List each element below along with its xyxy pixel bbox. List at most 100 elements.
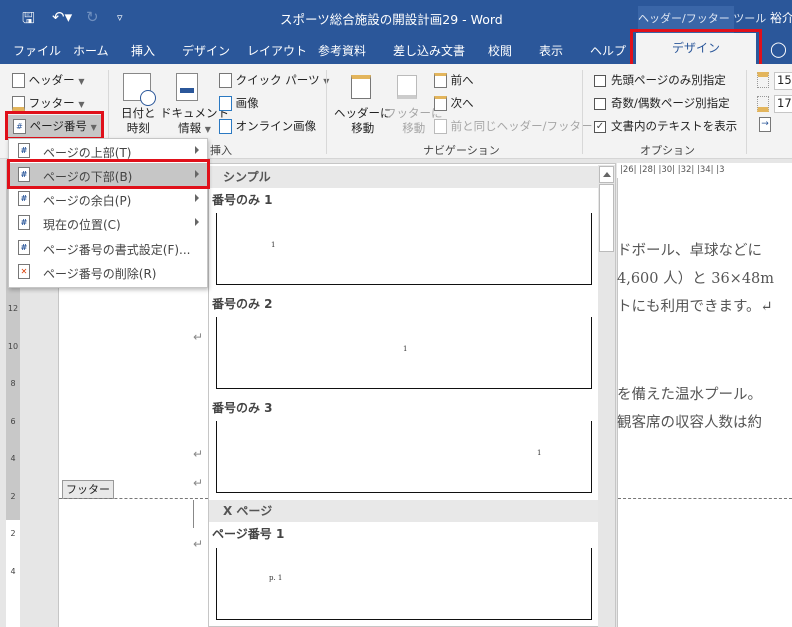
menu-item-label: ページ番号の削除(R) [43, 267, 157, 281]
footer-position-input[interactable]: 17 [774, 95, 792, 113]
menu-item-current-position[interactable]: # 現在の位置(C) [9, 211, 207, 235]
tab-home[interactable]: ホーム [73, 42, 109, 59]
preview-page-number: 1 [537, 449, 542, 457]
group-label-options: オプション [640, 144, 695, 157]
tab-mailings[interactable]: 差し込み文書 [393, 42, 465, 59]
footer-icon [12, 96, 25, 111]
preview-page-number: 1 [403, 345, 408, 353]
goto-footer-icon [397, 75, 417, 99]
highlight-box-bottom-of-page [7, 159, 210, 189]
previous-icon [434, 73, 447, 88]
gallery-item-page-number-1[interactable]: p. 1 [216, 548, 592, 620]
tab-insert[interactable]: 挿入 [131, 42, 155, 59]
window-title: スポーツ総合施設の開設計画29 - Word [280, 12, 503, 27]
redo-icon[interactable]: ↻ [86, 8, 99, 26]
previous-label: 前へ [450, 73, 474, 87]
footer-boundary-line [618, 498, 792, 499]
show-document-text-label: 文書内のテキストを表示 [611, 119, 738, 133]
tab-layout[interactable]: レイアウト [247, 42, 307, 59]
menu-item-label: ページ番号の書式設定(F)... [43, 243, 191, 257]
highlight-box-page-number [5, 111, 104, 140]
tab-review[interactable]: 校閲 [488, 42, 512, 59]
group-separator [582, 70, 583, 154]
online-picture-icon [219, 119, 232, 134]
tell-me-lightbulb-icon[interactable]: ◯ [770, 40, 787, 58]
ruler-tick-label: 8 [10, 379, 16, 388]
paragraph-mark: ↵ [193, 447, 204, 461]
menu-item-label: ページの余白(P) [43, 194, 132, 208]
ruler-tick-label: 4 [10, 566, 16, 576]
scroll-up-button[interactable] [599, 166, 614, 183]
goto-header-label-2: 移動 [351, 121, 375, 135]
submenu-arrow-icon [195, 218, 199, 226]
header-position-input[interactable]: 15 [774, 72, 792, 90]
header-icon [12, 73, 25, 88]
link-to-previous-label: 前と同じヘッダー/フッター [450, 119, 593, 133]
menu-item-format-page-numbers[interactable]: # ページ番号の書式設定(F)... [9, 236, 207, 260]
different-odd-even-label: 奇数/偶数ページ別指定 [611, 96, 730, 110]
different-odd-even-checkbox[interactable]: 奇数/偶数ページ別指定 [594, 95, 730, 111]
next-label: 次へ [450, 96, 474, 110]
tab-design[interactable]: デザイン [182, 42, 230, 59]
insert-alignment-tab-icon[interactable]: → [759, 117, 771, 132]
next-button[interactable]: 次へ [434, 95, 474, 111]
document-info-icon [176, 73, 198, 101]
show-document-text-checkbox[interactable]: ✓ 文書内のテキストを表示 [594, 118, 737, 134]
preview-page-number: p. 1 [269, 574, 283, 582]
goto-header-button[interactable]: ヘッダーに 移動 [334, 106, 392, 136]
goto-header-label-1: ヘッダーに [334, 106, 392, 120]
tab-help[interactable]: ヘルプ [590, 42, 626, 59]
format-page-numbers-icon: # [18, 240, 30, 255]
footer-tag: フッター [62, 480, 114, 499]
remove-page-numbers-icon: ✕ [18, 264, 30, 279]
picture-label: 画像 [235, 96, 259, 110]
gallery-item-plain-number-3[interactable]: 1 [216, 421, 592, 493]
footer-label: フッター [28, 96, 75, 110]
paragraph-mark: ↵ [193, 330, 204, 344]
footer-boundary-line [59, 498, 208, 499]
text-cursor [193, 500, 194, 528]
gallery-item-label: 番号のみ 3 [212, 401, 273, 415]
header-button[interactable]: ヘッダー ▼ [12, 72, 84, 88]
document-text-line: を備えた温水プール。 [617, 387, 762, 403]
picture-button[interactable]: 画像 [219, 95, 259, 111]
tab-file[interactable]: ファイル [13, 42, 61, 59]
vertical-ruler-labels: 12 10 8 6 4 2 2 4 [7, 290, 19, 590]
highlight-box-design-tab [630, 29, 762, 69]
footer-position-icon [757, 96, 769, 112]
tab-references[interactable]: 参考資料 [318, 42, 366, 59]
menu-item-remove-page-numbers[interactable]: ✕ ページ番号の削除(R) [9, 260, 207, 284]
ruler-tick-label: 10 [7, 341, 19, 351]
different-first-page-label: 先頭ページのみ別指定 [611, 73, 726, 87]
goto-header-icon [351, 75, 371, 99]
tab-view[interactable]: 表示 [539, 42, 563, 59]
gallery-item-label: ページ番号 1 [212, 527, 285, 541]
menu-item-page-margins[interactable]: # ページの余白(P) [9, 187, 207, 211]
scroll-thumb[interactable] [599, 184, 614, 252]
date-time-button[interactable]: 日付と 時刻 [121, 106, 156, 136]
submenu-arrow-icon [195, 146, 199, 154]
link-to-previous-button[interactable]: 前と同じヘッダー/フッター [434, 118, 593, 134]
page-bottom-gallery: シンプル 番号のみ 1 1 番号のみ 2 1 番号のみ 3 1 X ページ ペー… [208, 163, 616, 627]
footer-button[interactable]: フッター ▼ [12, 95, 84, 111]
document-text-line: 観客席の収容人数は約 [617, 415, 762, 431]
checkbox-box [594, 97, 606, 110]
gallery-item-plain-number-2[interactable]: 1 [216, 317, 592, 389]
group-label-navigation: ナビゲーション [423, 144, 500, 157]
document-text-line: ドボール、卓球などに [617, 243, 762, 259]
save-icon[interactable]: 🖫 [22, 8, 35, 33]
gallery-item-label: 番号のみ 2 [212, 297, 273, 311]
gallery-item-plain-number-1[interactable]: 1 [216, 213, 592, 285]
group-separator [326, 70, 327, 154]
undo-icon[interactable]: ↶▾ [52, 8, 72, 26]
gallery-scrollbar[interactable] [598, 165, 615, 627]
previous-button[interactable]: 前へ [434, 72, 474, 88]
quick-parts-button[interactable]: クイック パーツ ▼ [219, 72, 329, 88]
group-label-insert: 挿入 [210, 144, 232, 157]
gallery-item-label: 番号のみ 1 [212, 193, 273, 207]
paragraph-mark: ↵ [193, 537, 204, 551]
different-first-page-checkbox[interactable]: 先頭ページのみ別指定 [594, 72, 726, 88]
customize-quick-access-icon[interactable]: ▿ [117, 11, 123, 24]
online-picture-button[interactable]: オンライン画像 [219, 118, 316, 134]
user-name[interactable]: 裕介 [770, 9, 792, 26]
